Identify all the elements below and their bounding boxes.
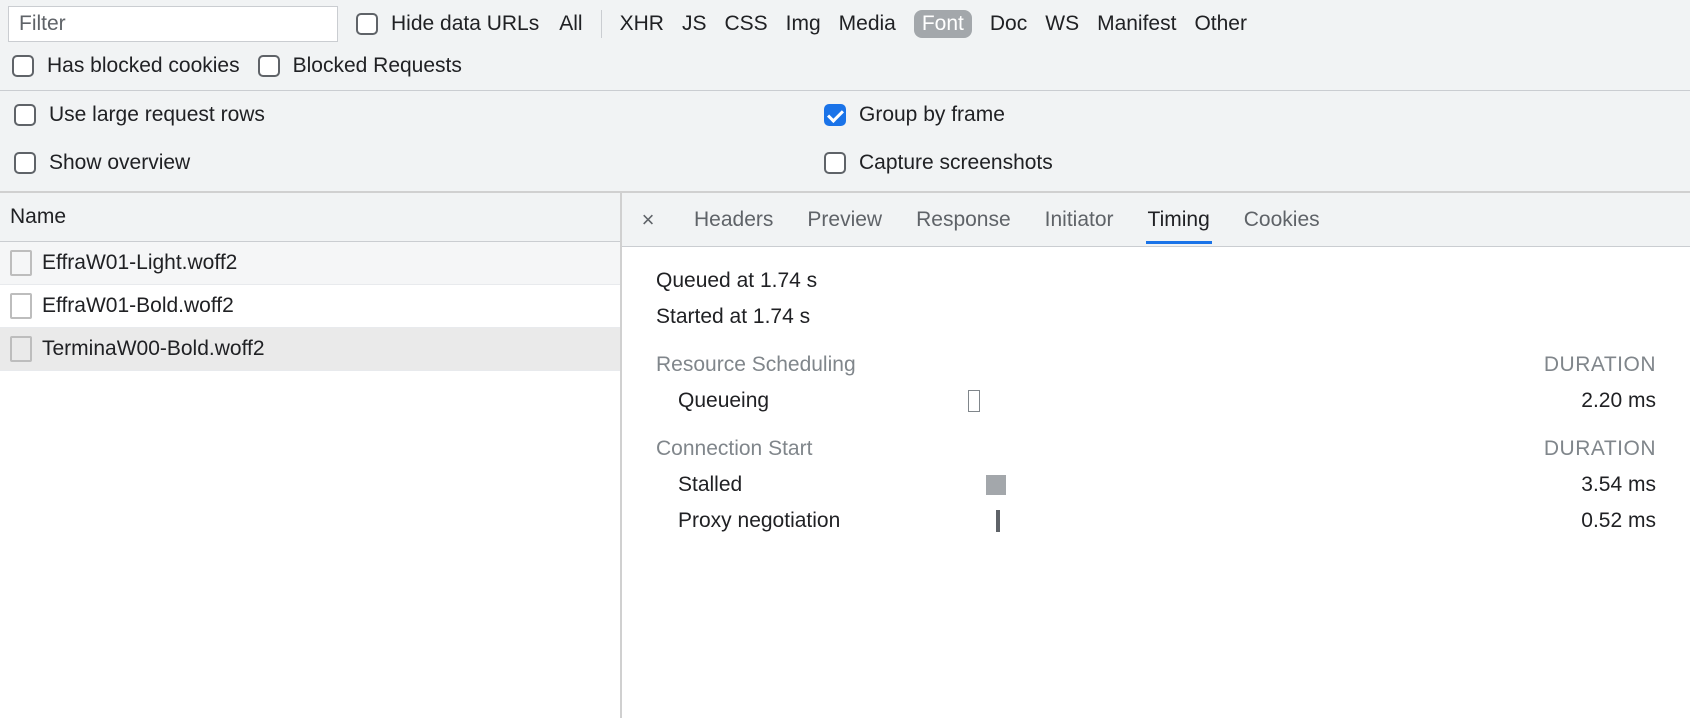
options-bar: Use large request rows Show overview Gro…	[0, 91, 1690, 193]
filter-row-1: Hide data URLs All XHR JS CSS Img Media …	[8, 6, 1682, 42]
duration-header: DURATION	[1544, 353, 1656, 377]
type-filter-doc[interactable]: Doc	[990, 12, 1027, 36]
type-filter-css[interactable]: CSS	[724, 12, 767, 36]
section-label: Resource Scheduling	[656, 353, 856, 377]
request-name: TerminaW00-Bold.woff2	[42, 337, 265, 361]
request-row[interactable]: EffraW01-Light.woff2	[0, 242, 620, 285]
request-name: EffraW01-Light.woff2	[42, 251, 237, 275]
use-large-rows-option[interactable]: Use large request rows	[10, 101, 790, 129]
show-overview-option[interactable]: Show overview	[10, 149, 790, 177]
queued-at-line: Queued at 1.74 s	[656, 269, 1656, 293]
started-at-label: Started at	[656, 305, 747, 328]
details-tabs: × Headers Preview Response Initiator Tim…	[622, 193, 1690, 247]
tab-response[interactable]: Response	[914, 196, 1013, 244]
stalled-bar	[986, 475, 1006, 495]
close-icon[interactable]: ×	[634, 207, 662, 233]
filter-input[interactable]	[8, 6, 338, 42]
section-connection-start: Connection Start DURATION	[656, 437, 1656, 461]
filter-row-2: Has blocked cookies Blocked Requests	[8, 52, 1682, 80]
queueing-value: 2.20 ms	[1088, 389, 1656, 413]
started-at-line: Started at 1.74 s	[656, 305, 1656, 329]
show-overview-checkbox[interactable]	[14, 152, 36, 174]
show-overview-label: Show overview	[49, 151, 190, 175]
queued-at-value: 1.74 s	[760, 269, 817, 292]
request-list-header[interactable]: Name	[0, 193, 620, 242]
type-filter-img[interactable]: Img	[786, 12, 821, 36]
file-icon	[10, 336, 32, 362]
queued-at-label: Queued at	[656, 269, 754, 292]
divider	[601, 10, 602, 38]
main-split: Name EffraW01-Light.woff2 EffraW01-Bold.…	[0, 193, 1690, 718]
proxy-label: Proxy negotiation	[678, 509, 968, 533]
hide-data-urls-checkbox[interactable]	[356, 13, 378, 35]
file-icon	[10, 293, 32, 319]
tab-cookies[interactable]: Cookies	[1242, 196, 1322, 244]
blocked-requests-label: Blocked Requests	[293, 54, 462, 78]
blocked-requests-checkbox[interactable]	[258, 55, 280, 77]
capture-screenshots-option[interactable]: Capture screenshots	[820, 149, 1680, 177]
stalled-label: Stalled	[678, 473, 968, 497]
type-filter-other[interactable]: Other	[1194, 12, 1247, 36]
has-blocked-cookies-option[interactable]: Has blocked cookies	[8, 52, 240, 80]
filter-bar: Hide data URLs All XHR JS CSS Img Media …	[0, 0, 1690, 91]
has-blocked-cookies-checkbox[interactable]	[12, 55, 34, 77]
hide-data-urls-label: Hide data URLs	[391, 12, 539, 36]
request-row[interactable]: EffraW01-Bold.woff2	[0, 285, 620, 328]
section-label: Connection Start	[656, 437, 812, 461]
type-filter-xhr[interactable]: XHR	[620, 12, 664, 36]
timing-row-proxy: Proxy negotiation 0.52 ms	[656, 509, 1656, 533]
timing-row-queueing: Queueing 2.20 ms	[656, 389, 1656, 413]
tab-headers[interactable]: Headers	[692, 196, 775, 244]
tab-preview[interactable]: Preview	[805, 196, 884, 244]
hide-data-urls-option[interactable]: Hide data URLs	[352, 10, 539, 38]
request-row[interactable]: TerminaW00-Bold.woff2	[0, 328, 620, 371]
capture-screenshots-label: Capture screenshots	[859, 151, 1053, 175]
duration-header: DURATION	[1544, 437, 1656, 461]
resource-type-filter: All XHR JS CSS Img Media Font Doc WS Man…	[559, 10, 1247, 38]
has-blocked-cookies-label: Has blocked cookies	[47, 54, 240, 78]
tab-initiator[interactable]: Initiator	[1043, 196, 1116, 244]
proxy-value: 0.52 ms	[1088, 509, 1656, 533]
queueing-bar	[968, 390, 980, 412]
request-details: × Headers Preview Response Initiator Tim…	[622, 193, 1690, 718]
group-by-frame-checkbox[interactable]	[824, 104, 846, 126]
options-right-col: Group by frame Capture screenshots	[820, 101, 1680, 177]
request-name: EffraW01-Bold.woff2	[42, 294, 234, 318]
section-resource-scheduling: Resource Scheduling DURATION	[656, 353, 1656, 377]
stalled-value: 3.54 ms	[1088, 473, 1656, 497]
request-list: Name EffraW01-Light.woff2 EffraW01-Bold.…	[0, 193, 622, 718]
group-by-frame-option[interactable]: Group by frame	[820, 101, 1680, 129]
tab-timing[interactable]: Timing	[1146, 196, 1212, 244]
proxy-bar	[996, 510, 1000, 532]
use-large-rows-label: Use large request rows	[49, 103, 265, 127]
options-left-col: Use large request rows Show overview	[10, 101, 790, 177]
devtools-network-panel: Hide data URLs All XHR JS CSS Img Media …	[0, 0, 1690, 718]
type-filter-js[interactable]: JS	[682, 12, 707, 36]
file-icon	[10, 250, 32, 276]
timing-row-stalled: Stalled 3.54 ms	[656, 473, 1656, 497]
use-large-rows-checkbox[interactable]	[14, 104, 36, 126]
started-at-value: 1.74 s	[753, 305, 810, 328]
type-filter-manifest[interactable]: Manifest	[1097, 12, 1176, 36]
blocked-requests-option[interactable]: Blocked Requests	[254, 52, 462, 80]
group-by-frame-label: Group by frame	[859, 103, 1005, 127]
type-filter-all[interactable]: All	[559, 12, 582, 36]
type-filter-ws[interactable]: WS	[1045, 12, 1079, 36]
type-filter-font[interactable]: Font	[914, 10, 972, 38]
type-filter-media[interactable]: Media	[839, 12, 896, 36]
queueing-label: Queueing	[678, 389, 968, 413]
timing-panel: Queued at 1.74 s Started at 1.74 s Resou…	[622, 247, 1690, 567]
capture-screenshots-checkbox[interactable]	[824, 152, 846, 174]
